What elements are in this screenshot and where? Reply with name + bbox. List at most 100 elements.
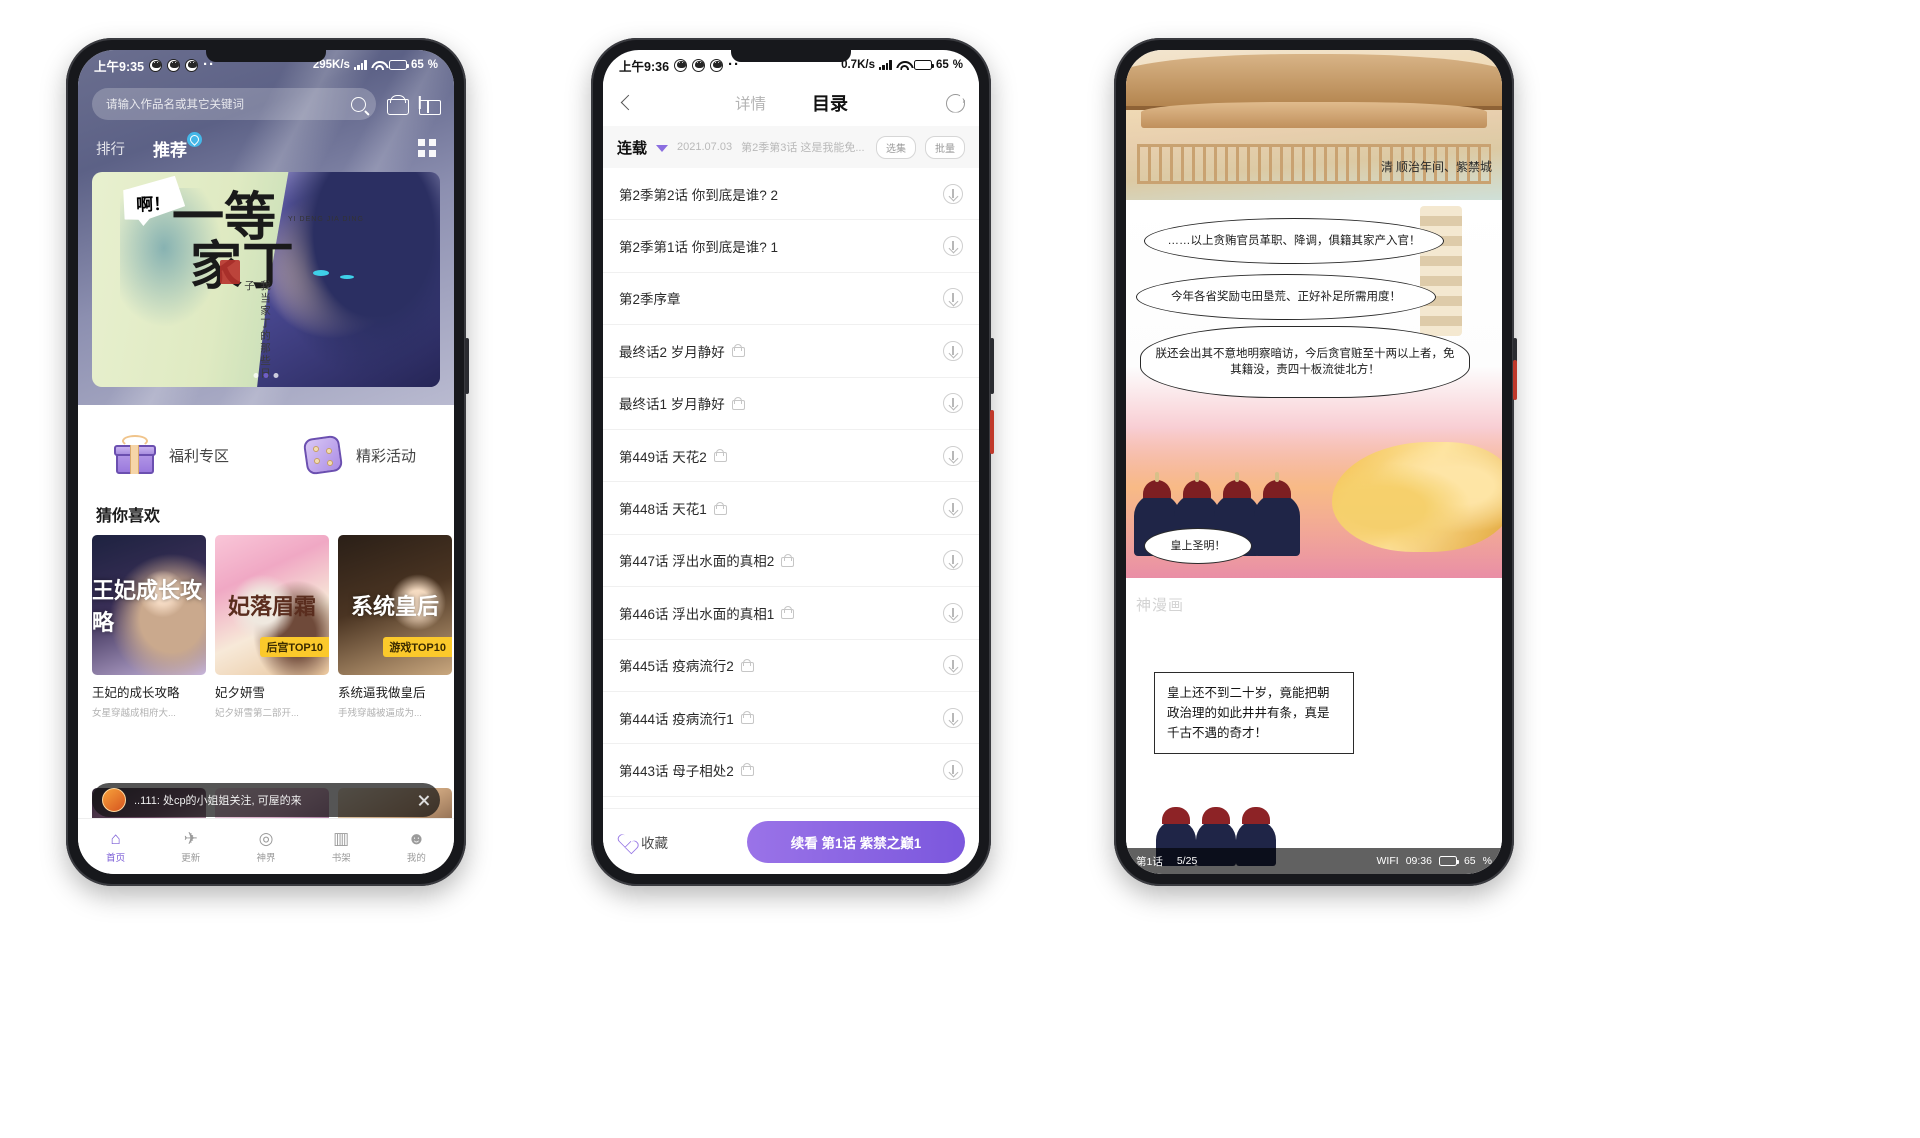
lock-icon — [731, 344, 745, 358]
qq-icon — [167, 58, 181, 72]
table-row[interactable]: 第446话 浮出水面的真相1 — [603, 587, 979, 640]
table-row[interactable]: 第2季第1话 你到底是谁? 1 — [603, 220, 979, 273]
network-speed: 0.7K/s — [841, 59, 875, 71]
table-row[interactable]: 第447话 浮出水面的真相2 — [603, 535, 979, 588]
chapter-title: 第444话 疫病流行1 — [619, 711, 734, 727]
continue-reading-button[interactable]: 续看 第1话 紫禁之巅1 — [747, 820, 965, 863]
gift-icon[interactable] — [418, 93, 441, 115]
download-icon[interactable] — [943, 550, 963, 571]
rocket-icon: ✈ — [183, 828, 198, 848]
qq-icon — [185, 58, 199, 72]
notch — [731, 50, 851, 62]
chapter-title: 第448话 天花1 — [619, 502, 707, 518]
table-row[interactable]: 第449话 天花2 — [603, 430, 979, 483]
table-row[interactable]: 第443话 母子相处2 — [603, 744, 979, 797]
tab-catalog[interactable]: 目录 — [812, 90, 848, 116]
shop-icon[interactable] — [386, 93, 409, 115]
chapter-title: 第446话 浮出水面的真相1 — [619, 606, 775, 622]
tabbar-item-shelf-label: 书架 — [331, 852, 351, 864]
back-icon[interactable] — [617, 93, 637, 113]
download-icon[interactable] — [943, 183, 963, 204]
home-tabs: 排行 推荐 — [78, 130, 454, 166]
chapter-title: 第2季序章 — [619, 292, 681, 308]
download-icon[interactable] — [943, 445, 963, 466]
tab-ranking[interactable]: 排行 — [96, 138, 125, 159]
comic-caption: 清 顺治年间、紫禁城 — [1380, 160, 1492, 174]
power-button[interactable] — [1513, 360, 1517, 400]
table-row[interactable]: 第2季序章 — [603, 273, 979, 326]
card-desc: 妃夕妍雪第二部开... — [215, 708, 299, 719]
download-icon[interactable] — [943, 655, 963, 676]
share-icon[interactable] — [946, 93, 965, 113]
close-icon[interactable] — [417, 794, 430, 807]
tabbar-item-profile[interactable]: ☻ 我的 — [379, 819, 454, 874]
favorite-button[interactable]: 收藏 — [617, 832, 668, 852]
batch-download-button[interactable]: 批量 — [925, 135, 965, 159]
card-desc: 手残穿越被逼成为... — [338, 708, 422, 719]
table-row[interactable]: 最终话2 岁月静好 — [603, 325, 979, 378]
chapter-title: 第443话 母子相处2 — [619, 763, 734, 779]
volume-button[interactable] — [990, 338, 994, 394]
table-row[interactable]: 第444话 疫病流行1 — [603, 692, 979, 745]
card-title: 妃夕妍雪 — [215, 686, 266, 700]
table-row[interactable]: 第445话 疫病流行2 — [603, 640, 979, 692]
tabbar-item-updates-label: 更新 — [181, 852, 201, 864]
download-icon[interactable] — [943, 393, 963, 414]
chevron-down-icon[interactable] — [656, 145, 669, 152]
chapter-title: 第2季第2话 你到底是谁? 2 — [619, 187, 779, 203]
reader-battery: 65 — [1463, 855, 1476, 867]
catalog-bottom-bar: 收藏 续看 第1话 紫禁之巅1 — [603, 808, 979, 874]
download-icon[interactable] — [943, 707, 963, 728]
recommend-card[interactable]: 王妃成长攻略 王妃的成长攻略 女星穿越成相府大... — [92, 535, 206, 719]
download-icon[interactable] — [943, 759, 963, 780]
download-icon[interactable] — [943, 288, 963, 309]
lock-icon — [731, 396, 745, 410]
tabbar-item-home[interactable]: ⌂ 首页 — [78, 819, 153, 874]
reader-chapter: 第1话 — [1136, 855, 1163, 868]
speech-bubble: 皇上圣明！ — [1144, 528, 1252, 564]
chapter-title: 第2季第1话 你到底是谁? 1 — [619, 240, 779, 256]
table-row[interactable]: 最终话1 岁月静好 — [603, 378, 979, 430]
download-icon[interactable] — [943, 498, 963, 519]
tabbar-item-shelf[interactable]: ▥ 书架 — [304, 819, 379, 874]
table-row[interactable]: 第448话 天花1 — [603, 482, 979, 535]
tabbar-item-world[interactable]: ◎ 神界 — [228, 819, 303, 874]
status-left: 上午9:36 — [619, 56, 740, 75]
table-row[interactable]: 第2季第2话 你到底是谁? 2 — [603, 168, 979, 221]
volume-button[interactable] — [465, 338, 469, 394]
section-title: 猜你喜欢 — [96, 508, 161, 525]
tabbar-item-updates[interactable]: ✈ 更新 — [153, 819, 228, 874]
recommend-card[interactable]: 妃落眉霜 后宫TOP10 妃夕妍雪 妃夕妍雪第二部开... — [215, 535, 329, 719]
download-icon[interactable] — [943, 340, 963, 361]
hero-banner[interactable]: 啊！ 一等 家丁 YI DENG JIA DING 我当家丁的那些日子 — [92, 172, 440, 387]
tab-detail[interactable]: 详情 — [735, 92, 766, 114]
chapter-list[interactable]: 第2季第2话 你到底是谁? 2 第2季第1话 你到底是谁? 1 第2季序章 最终… — [603, 168, 979, 808]
floating-promo-text: ..111: 处cp的小姐姐关注, 可屋的来 — [134, 795, 302, 807]
phone-home: 上午9:35 295K/s 65% — [66, 38, 469, 886]
tab-recommend[interactable]: 推荐 — [153, 131, 202, 161]
select-episodes-button[interactable]: 选集 — [876, 135, 916, 159]
qq-icon — [149, 58, 163, 72]
floating-promo-bar[interactable]: ..111: 处cp的小姐姐关注, 可屋的来 — [92, 783, 440, 817]
status-right: 0.7K/s 65% — [841, 59, 963, 71]
banner-pinyin: YI DENG JIA DING — [288, 216, 364, 223]
search-input[interactable]: 请输入作品名或其它关键词 — [92, 88, 376, 120]
tabbar-item-profile-label: 我的 — [406, 852, 426, 864]
card-cover: 妃落眉霜 后宫TOP10 — [215, 535, 329, 675]
card-cover: 系统皇后 游戏TOP10 — [338, 535, 452, 675]
catalog-nav-bar: 详情 目录 — [603, 80, 979, 126]
quick-entry-welfare[interactable]: 福利专区 — [78, 416, 266, 494]
download-icon[interactable] — [943, 236, 963, 257]
quick-entry-activity[interactable]: 精彩活动 — [266, 416, 454, 494]
search-icon[interactable] — [351, 96, 366, 112]
serialization-status[interactable]: 连载 — [617, 137, 647, 158]
power-button[interactable] — [990, 410, 994, 454]
phone-home-screen: 上午9:35 295K/s 65% — [78, 50, 454, 874]
status-time: 上午9:36 — [619, 59, 670, 74]
recommend-card[interactable]: 系统皇后 游戏TOP10 系统逼我做皇后 手残穿越被逼成为... — [338, 535, 452, 719]
quick-entries: 福利专区 精彩活动 — [78, 416, 454, 494]
lock-icon — [781, 606, 795, 620]
speech-bubble: ……以上贪贿官员革职、降调，俱籍其家产入官！ — [1144, 218, 1444, 264]
download-icon[interactable] — [943, 602, 963, 623]
grid-icon[interactable] — [418, 139, 436, 157]
